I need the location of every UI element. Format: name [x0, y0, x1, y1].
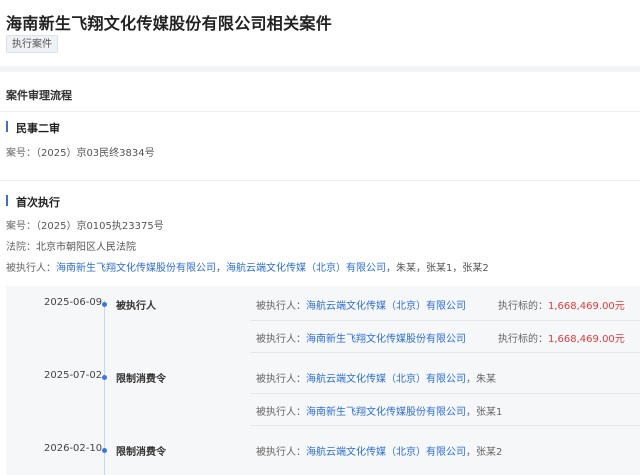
- party-link[interactable]: 海南新生飞翔文化传媒股份有限公司: [306, 334, 466, 345]
- party-rest: ，张某2: [466, 447, 503, 458]
- timeline-party-row: 被执行人：海南新生飞翔文化传媒股份有限公司: [256, 330, 466, 345]
- party-link[interactable]: 海航云端文化传媒（北京）有限公司: [306, 301, 466, 312]
- execution-case-number: 案号：（2025）京0105执23375号: [6, 217, 164, 232]
- party-label: 被执行人：: [256, 374, 306, 385]
- amount-label: 执行标的：: [498, 301, 548, 312]
- execution-parties: 被执行人：海南新生飞翔文化传媒股份有限公司，海航云端文化传媒（北京）有限公司，朱…: [6, 259, 489, 274]
- party-label: 被执行人：: [256, 447, 306, 458]
- party-link-haihang[interactable]: 海航云端文化传媒（北京）有限公司: [226, 263, 386, 274]
- party-rest: ，朱某，张某1，张某2: [386, 263, 489, 274]
- party-label: 被执行人：: [256, 301, 306, 312]
- timeline-party-row: 被执行人：海航云端文化传媒（北京）有限公司: [256, 297, 466, 312]
- party-link[interactable]: 海航云端文化传媒（北京）有限公司: [306, 374, 466, 385]
- timeline-dot: [102, 302, 107, 307]
- timeline-event-type: 限制消费令: [116, 447, 166, 458]
- timeline-party-row: 被执行人：海航云端文化传媒（北京）有限公司，朱某: [256, 370, 496, 385]
- timeline-date: 2025-07-02: [44, 370, 103, 381]
- party-link[interactable]: 海航云端文化传媒（北京）有限公司: [306, 447, 466, 458]
- party-rest: ，张某1: [466, 407, 503, 418]
- party-link-hainan[interactable]: 海南新生飞翔文化传媒股份有限公司: [56, 263, 216, 274]
- execution-heading: 首次执行: [6, 194, 60, 210]
- timeline-date: 2026-02-10: [44, 443, 103, 454]
- timeline-event-type: 限制消费令: [116, 374, 166, 385]
- amount-value: 1,668,469.00元: [548, 334, 625, 345]
- case-number-label: 案号：: [6, 221, 36, 232]
- court-label: 法院：: [6, 242, 36, 253]
- party-label: 被执行人：: [256, 334, 306, 345]
- row-divider: [250, 352, 640, 353]
- case-number-label: 案号：: [6, 148, 36, 159]
- case-number-value: （2025）京0105执23375号: [36, 221, 164, 232]
- civil-appeal-heading: 民事二审: [6, 120, 60, 136]
- row-divider: [250, 393, 640, 394]
- case-type-tag[interactable]: 执行案件: [6, 35, 58, 53]
- timeline-party-row: 被执行人：海南新生飞翔文化传媒股份有限公司，张某1: [256, 403, 502, 418]
- party-separator: ，: [216, 263, 226, 274]
- execution-timeline: 2025-06-09 被执行人 被执行人：海航云端文化传媒（北京）有限公司 执行…: [6, 286, 640, 475]
- header-divider: [0, 66, 640, 72]
- timeline-dot: [102, 448, 107, 453]
- timeline-party-row: 被执行人：海航云端文化传媒（北京）有限公司，张某2: [256, 443, 502, 458]
- party-label: 被执行人：: [256, 407, 306, 418]
- timeline-date: 2025-06-09: [44, 297, 103, 308]
- party-link[interactable]: 海南新生飞翔文化传媒股份有限公司: [306, 407, 466, 418]
- civil-divider: [0, 180, 640, 181]
- execution-amount: 执行标的：1,668,469.00元: [498, 297, 625, 312]
- row-divider: [250, 320, 640, 321]
- party-rest: ，朱某: [466, 374, 496, 385]
- court-value: 北京市朝阳区人民法院: [36, 242, 136, 253]
- timeline-dot: [102, 375, 107, 380]
- section-divider: [0, 111, 640, 112]
- amount-label: 执行标的：: [498, 334, 548, 345]
- party-label: 被执行人：: [6, 263, 56, 274]
- case-number-value: （2025）京03民终3834号: [36, 148, 155, 159]
- execution-court: 法院：北京市朝阳区人民法院: [6, 238, 136, 253]
- timeline-event-type: 被执行人: [116, 301, 156, 312]
- row-divider: [250, 425, 640, 426]
- execution-amount: 执行标的：1,668,469.00元: [498, 330, 625, 345]
- page-title: 海南新生飞翔文化传媒股份有限公司相关案件: [6, 14, 333, 33]
- amount-value: 1,668,469.00元: [548, 301, 625, 312]
- section-title: 案件审理流程: [6, 89, 72, 102]
- civil-case-number: 案号：（2025）京03民终3834号: [6, 144, 155, 159]
